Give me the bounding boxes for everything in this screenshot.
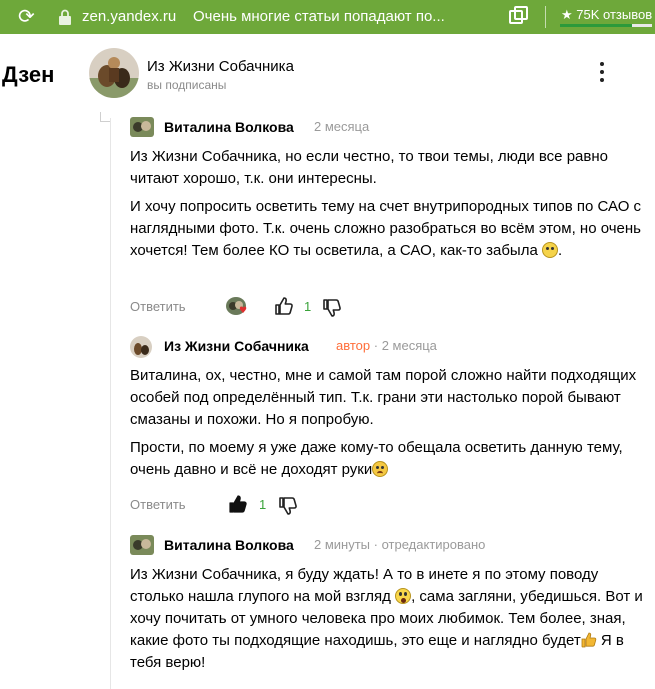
thread-branch bbox=[100, 112, 110, 122]
dzen-logo[interactable]: Дзен bbox=[2, 63, 54, 87]
comment: Виталина Волкова 2 минуты · отредактиров… bbox=[130, 535, 650, 674]
reply-button[interactable]: Ответить bbox=[130, 299, 186, 315]
star-icon: ★ bbox=[561, 8, 573, 23]
dislike-icon[interactable] bbox=[278, 496, 298, 516]
tabs-icon[interactable] bbox=[509, 6, 528, 24]
edited-label: отредактировано bbox=[381, 537, 486, 552]
subscription-status: вы подписаны bbox=[147, 78, 227, 92]
comment: Из Жизни Собачника автор · 2 месяца Вита… bbox=[130, 336, 650, 481]
comment-meta: автор · 2 месяца bbox=[336, 338, 437, 353]
comment-actions: Ответить 1 bbox=[130, 494, 530, 516]
smile-emoji-icon bbox=[541, 242, 558, 258]
browser-toolbar: ⟳ zen.yandex.ru Очень многие статьи попа… bbox=[0, 0, 655, 34]
avatar[interactable] bbox=[130, 535, 154, 555]
comment: Виталина Волкова 2 месяца Из Жизни Собач… bbox=[130, 117, 650, 262]
channel-name[interactable]: Из Жизни Собачника bbox=[147, 58, 294, 76]
like-count: 1 bbox=[259, 497, 267, 512]
comment-header: Виталина Волкова 2 минуты · отредактиров… bbox=[130, 535, 650, 555]
sad-emoji-icon bbox=[372, 461, 389, 477]
author-badge: автор bbox=[336, 338, 371, 353]
thumbs-up-emoji-icon bbox=[581, 632, 596, 648]
refresh-icon[interactable]: ⟳ bbox=[18, 6, 35, 26]
comment-author[interactable]: Виталина Волкова bbox=[164, 536, 294, 554]
thread-line bbox=[110, 118, 111, 689]
dzen-header: Дзен Из Жизни Собачника вы подписаны bbox=[0, 34, 655, 110]
reply-button[interactable]: Ответить bbox=[130, 497, 186, 513]
toolbar-divider bbox=[545, 6, 546, 28]
comment-text: И хочу попросить осветить тему на счет в… bbox=[130, 198, 642, 259]
comment-time: 2 месяца bbox=[314, 119, 370, 134]
lock-icon bbox=[59, 9, 71, 25]
like-icon-active[interactable] bbox=[228, 494, 248, 514]
like-icon[interactable] bbox=[274, 296, 294, 316]
avatar[interactable] bbox=[130, 336, 152, 358]
comment-actions: Ответить ♥ 1 bbox=[130, 296, 530, 318]
comment-text: Прости, по моему я уже даже кому-то обещ… bbox=[130, 439, 623, 478]
comment-meta: 2 минуты · отредактировано bbox=[314, 537, 486, 552]
comment-text: Из Жизни Собачника, я буду ждать! А то в… bbox=[130, 566, 643, 671]
shocked-emoji-icon bbox=[395, 588, 412, 604]
tab-title: Очень многие статьи попадают по... bbox=[193, 9, 445, 25]
reviews-widget[interactable]: ★ 75K отзывов bbox=[561, 8, 652, 23]
comment-header: Из Жизни Собачника автор · 2 месяца bbox=[130, 336, 650, 358]
comment-header: Виталина Волкова 2 месяца bbox=[130, 117, 650, 137]
comment-text: Виталина, ох, честно, мне и самой там по… bbox=[130, 367, 637, 428]
reviews-label: 75K отзывов bbox=[576, 7, 653, 22]
more-menu-icon[interactable] bbox=[594, 62, 610, 84]
comment-time: 2 минуты bbox=[314, 537, 371, 552]
comment-text: Из Жизни Собачника, но если честно, то т… bbox=[130, 148, 608, 187]
heart-icon: ♥ bbox=[239, 306, 248, 316]
comment-time: 2 месяца bbox=[381, 338, 437, 353]
dislike-icon[interactable] bbox=[322, 298, 342, 318]
comment-author[interactable]: Виталина Волкова bbox=[164, 118, 294, 136]
address-bar-url[interactable]: zen.yandex.ru bbox=[82, 9, 176, 25]
channel-avatar[interactable] bbox=[89, 48, 139, 98]
avatar[interactable] bbox=[130, 117, 154, 137]
like-count: 1 bbox=[304, 299, 312, 314]
rating-bar bbox=[560, 24, 652, 27]
comment-author[interactable]: Из Жизни Собачника bbox=[164, 337, 309, 355]
